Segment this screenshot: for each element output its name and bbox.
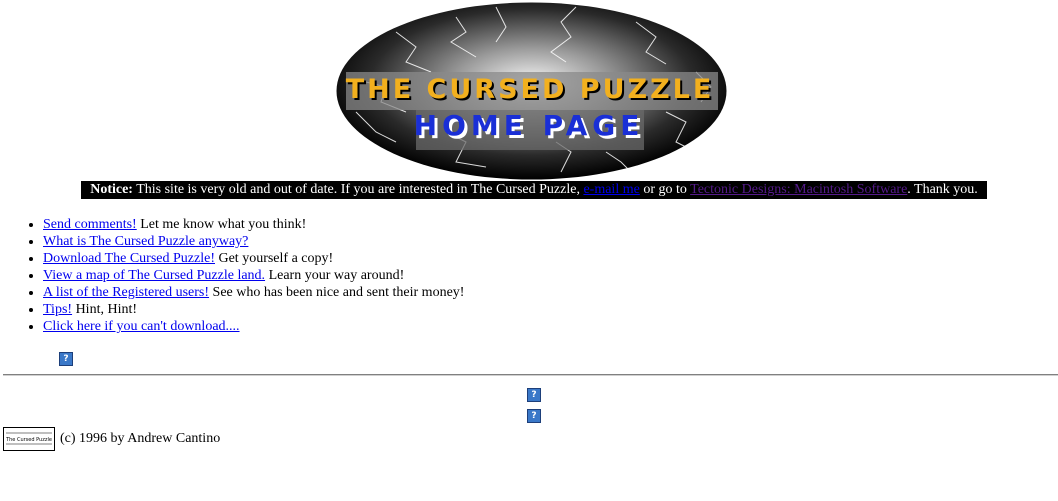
email-link[interactable]: e-mail me xyxy=(583,182,639,197)
footer: The Cursed Puzzle (c) 1996 by Andrew Can… xyxy=(3,427,220,451)
broken-image-icon[interactable]: ? xyxy=(527,409,541,423)
notice-text-after: . Thank you. xyxy=(907,182,978,197)
site-logo: THE CURSED PUZZLE THE CURSED PUZZLE HOME… xyxy=(336,2,727,180)
logo-graphic: THE CURSED PUZZLE THE CURSED PUZZLE HOME… xyxy=(336,2,727,180)
list-item: Tips! Hint, Hint! xyxy=(43,301,464,318)
list-item: What is The Cursed Puzzle anyway? xyxy=(43,233,464,250)
tips-link[interactable]: Tips! xyxy=(43,302,72,317)
mini-logo-graphic: The Cursed Puzzle xyxy=(5,432,52,445)
cant-download-link[interactable]: Click here if you can't download.... xyxy=(43,319,240,334)
copyright-text: (c) 1996 by Andrew Cantino xyxy=(60,431,221,446)
logo-line2: HOME PAGE xyxy=(414,109,645,142)
send-comments-link[interactable]: Send comments! xyxy=(43,217,137,232)
tectonic-designs-link[interactable]: Tectonic Designs: Macintosh Software xyxy=(690,182,907,197)
list-item: Download The Cursed Puzzle! Get yourself… xyxy=(43,250,464,267)
notice-text-middle: or go to xyxy=(639,182,691,197)
registered-users-link[interactable]: A list of the Registered users! xyxy=(43,285,209,300)
broken-image-icon[interactable]: ? xyxy=(527,388,541,402)
list-item-desc: Let me know what you think! xyxy=(136,217,307,232)
map-link[interactable]: View a map of The Cursed Puzzle land. xyxy=(43,268,265,283)
broken-image-icon[interactable]: ? xyxy=(59,352,73,366)
list-item-desc: Get yourself a copy! xyxy=(214,251,334,266)
list-item: A list of the Registered users! See who … xyxy=(43,284,464,301)
list-item: Send comments! Let me know what you thin… xyxy=(43,216,464,233)
download-link[interactable]: Download The Cursed Puzzle! xyxy=(43,251,215,266)
mini-logo-text: The Cursed Puzzle xyxy=(5,437,52,443)
notice-label: Notice: xyxy=(90,182,133,197)
list-item-desc: See who has been nice and sent their mon… xyxy=(209,285,465,300)
notice-text-before: This site is very old and out of date. I… xyxy=(132,182,584,197)
mini-logo-image: The Cursed Puzzle xyxy=(3,427,55,451)
list-item: View a map of The Cursed Puzzle land. Le… xyxy=(43,267,464,284)
what-is-link[interactable]: What is The Cursed Puzzle anyway? xyxy=(43,234,248,249)
logo-line1: THE CURSED PUZZLE xyxy=(346,74,715,105)
list-item-desc: Hint, Hint! xyxy=(72,302,138,317)
page: THE CURSED PUZZLE THE CURSED PUZZLE HOME… xyxy=(0,0,1058,501)
list-item: Click here if you can't download.... xyxy=(43,318,464,335)
horizontal-divider xyxy=(3,374,1058,376)
notice-bar: Notice: This site is very old and out of… xyxy=(81,181,987,199)
list-item-desc: Learn your way around! xyxy=(265,268,405,283)
main-menu-list: Send comments! Let me know what you thin… xyxy=(0,216,464,335)
